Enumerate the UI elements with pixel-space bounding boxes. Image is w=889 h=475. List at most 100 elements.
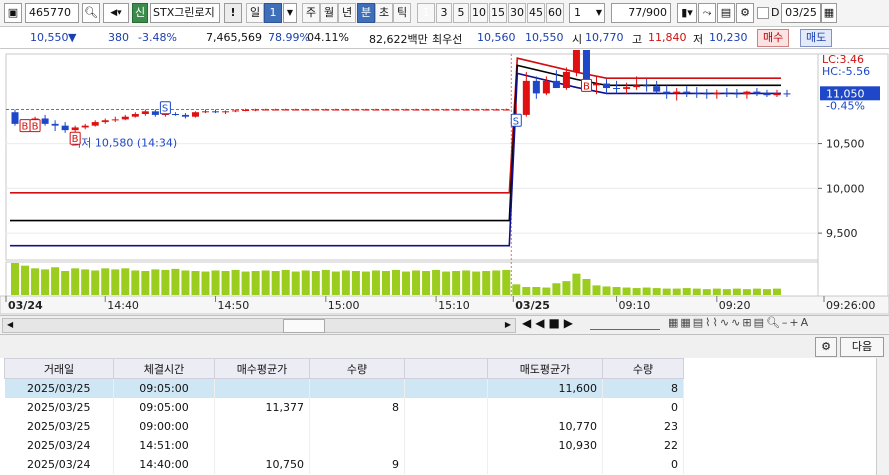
period-week-button[interactable]: 주 bbox=[302, 3, 320, 23]
table-cell bbox=[214, 436, 310, 455]
interval-button[interactable]: 3 bbox=[436, 3, 452, 23]
volume-bar bbox=[21, 265, 30, 295]
market-badge: 신 bbox=[132, 3, 148, 23]
zoom-slider[interactable] bbox=[590, 317, 660, 330]
period-year-button[interactable]: 년 bbox=[338, 3, 356, 23]
candle-body bbox=[773, 93, 781, 96]
candle-body bbox=[522, 80, 530, 115]
period-day-button[interactable]: 일 bbox=[246, 3, 264, 23]
down-arrow-icon: ▼ bbox=[68, 31, 77, 44]
period-value-field[interactable]: 1 bbox=[264, 3, 282, 23]
candle-body bbox=[703, 93, 711, 95]
volume-bar bbox=[361, 271, 370, 295]
column-header[interactable]: 수량 bbox=[309, 358, 405, 379]
table-row[interactable]: 2025/03/25 09:05:00 11,377 8 0 bbox=[4, 398, 684, 417]
table-row[interactable]: 2025/03/24 14:40:00 10,750 9 0 bbox=[4, 455, 684, 474]
window-icon[interactable]: ▣ bbox=[4, 3, 22, 23]
candle-type-icon[interactable]: ▮▾ bbox=[677, 3, 697, 23]
period-minute-button[interactable]: 분 bbox=[357, 3, 375, 23]
search-icon[interactable]: 🔍︎ bbox=[82, 3, 100, 23]
x-tick-label: 03/24 bbox=[8, 299, 43, 312]
count-input[interactable]: 77/900 bbox=[611, 3, 671, 23]
buy-button[interactable]: 매수 bbox=[757, 29, 790, 47]
best-ask: 10,560 bbox=[477, 31, 516, 44]
candle-body bbox=[723, 92, 731, 94]
price-change: 380 bbox=[108, 31, 129, 44]
period-month-button[interactable]: 월 bbox=[320, 3, 338, 23]
stock-code-value: 465770 bbox=[29, 6, 71, 19]
price-change-pct: -3.48% bbox=[138, 31, 177, 44]
table-cell: 14:40:00 bbox=[113, 455, 215, 474]
interval-select[interactable]: 1 ▼ bbox=[569, 3, 605, 23]
volume-bar bbox=[442, 271, 451, 295]
table-row[interactable]: 2025/03/24 14:51:00 10,930 22 bbox=[4, 436, 684, 455]
gear-icon[interactable]: ⚙ bbox=[736, 3, 754, 23]
price-chart[interactable]: 10,50010,0009,50011,050-0.45%LC:3.46HC:-… bbox=[0, 50, 889, 315]
period-tick-button[interactable]: 틱 bbox=[393, 3, 411, 23]
table-cell: 10,770 bbox=[487, 417, 603, 436]
table-cell bbox=[309, 436, 405, 455]
column-header[interactable]: 매도평균가 bbox=[487, 358, 603, 379]
column-header[interactable]: 수량 bbox=[602, 358, 684, 379]
interval-button[interactable]: 30 bbox=[508, 3, 526, 23]
current-price: 10,550 bbox=[30, 31, 69, 44]
volume-bar bbox=[762, 289, 771, 295]
candle-body bbox=[222, 111, 230, 113]
column-header[interactable]: 체결시간 bbox=[113, 358, 215, 379]
alert-icon[interactable]: ! bbox=[224, 3, 242, 23]
candle-body bbox=[542, 80, 550, 94]
playback-controls[interactable]: ◀◀■▶ bbox=[522, 316, 577, 330]
table-header-row: 거래일 체결시간 매수평균가 수량 매도평균가 수량 bbox=[4, 358, 684, 379]
table-row[interactable]: 2025/03/25 09:00:00 10,770 23 bbox=[4, 417, 684, 436]
interval-button[interactable]: 1 bbox=[417, 3, 435, 23]
column-header[interactable]: 거래일 bbox=[4, 358, 114, 379]
interval-button[interactable]: 5 bbox=[453, 3, 469, 23]
volume-bar bbox=[241, 271, 250, 295]
y-tick-label: 9,500 bbox=[826, 227, 858, 240]
chart-scrollbar[interactable]: ◀ ▶ bbox=[2, 318, 516, 333]
table-cell: 23 bbox=[602, 417, 684, 436]
table-row[interactable]: 2025/03/25 09:05:00 11,600 8 bbox=[4, 378, 684, 398]
stock-code-input[interactable]: 465770 ▼ bbox=[25, 3, 79, 23]
table-cell: 14:51:00 bbox=[113, 436, 215, 455]
drawing-tools-icon[interactable]: ▦▦▤⌇⌇∿∿⊞▤🔍︎–+A bbox=[668, 316, 810, 329]
table-cell: 2025/03/25 bbox=[4, 378, 114, 398]
volume-bar bbox=[221, 271, 230, 295]
calendar-icon[interactable]: ▦ bbox=[821, 3, 837, 23]
volume-bar bbox=[482, 271, 491, 295]
period-dropdown-icon[interactable]: ▼ bbox=[283, 3, 297, 23]
sell-button[interactable]: 매도 bbox=[800, 29, 833, 47]
date-checkbox[interactable] bbox=[757, 7, 769, 19]
table-cell: 09:05:00 bbox=[113, 378, 215, 398]
candle-body bbox=[492, 109, 500, 111]
interval-button[interactable]: 10 bbox=[470, 3, 488, 23]
period-second-button[interactable]: 초 bbox=[375, 3, 393, 23]
volume-bar bbox=[402, 271, 411, 295]
interval-button[interactable]: 45 bbox=[527, 3, 545, 23]
sound-icon[interactable]: ◀▾ bbox=[103, 3, 129, 23]
volume-bar bbox=[612, 287, 621, 295]
save-icon[interactable]: ▤ bbox=[717, 3, 735, 23]
stock-name-field[interactable]: STX그린로지 bbox=[150, 3, 220, 23]
date-input[interactable]: 03/25 bbox=[781, 3, 821, 23]
scroll-right-icon[interactable]: ▶ bbox=[505, 320, 511, 329]
indicator-icon[interactable]: ⤳ bbox=[698, 3, 716, 23]
column-header[interactable]: 매수평균가 bbox=[214, 358, 310, 379]
volume-bar bbox=[71, 268, 80, 295]
candle-body bbox=[633, 85, 641, 88]
gear-icon[interactable]: ⚙ bbox=[815, 337, 837, 357]
volume-bar bbox=[532, 287, 541, 295]
interval-button[interactable]: 60 bbox=[546, 3, 564, 23]
column-header[interactable] bbox=[404, 358, 488, 379]
scroll-left-icon[interactable]: ◀ bbox=[7, 320, 13, 329]
interval-button[interactable]: 15 bbox=[489, 3, 507, 23]
dropdown-arrow-icon: ▼ bbox=[595, 8, 602, 17]
next-button[interactable]: 다음 bbox=[840, 337, 884, 357]
scroll-thumb[interactable] bbox=[283, 319, 325, 333]
volume-bar bbox=[121, 268, 130, 295]
candle-body bbox=[71, 127, 79, 131]
candle-body bbox=[683, 91, 691, 93]
table-scrollbar[interactable] bbox=[876, 358, 889, 475]
table-cell: 2025/03/25 bbox=[4, 398, 114, 417]
chart-scroll-bar: ◀ ▶ ◀◀■▶ ▦▦▤⌇⌇∿∿⊞▤🔍︎–+A bbox=[0, 315, 889, 334]
